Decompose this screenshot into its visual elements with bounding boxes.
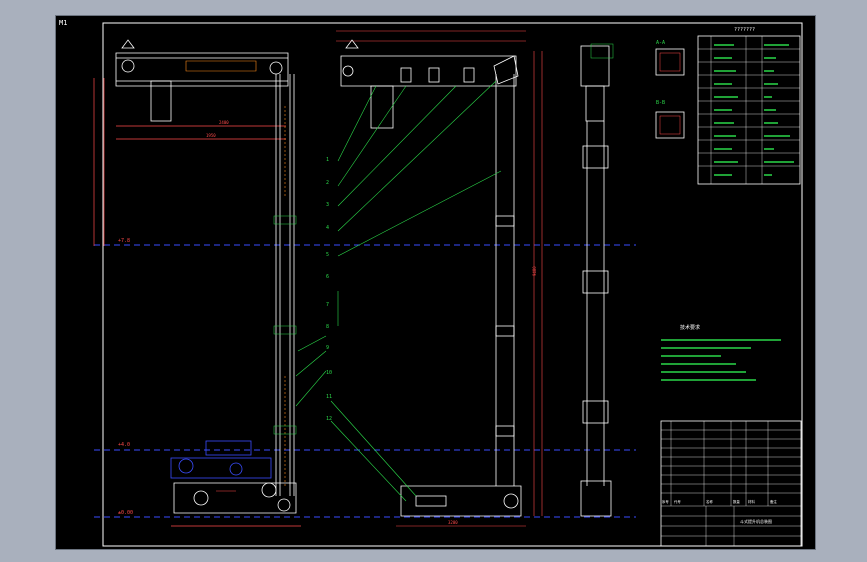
section-views: A-A B-B <box>655 40 685 139</box>
bom-header-material: 材料 <box>748 499 755 504</box>
dim-height-left: 1950 <box>206 133 216 138</box>
bom-header-no: 序号 <box>662 499 669 504</box>
section-a-label: A-A <box>656 40 665 46</box>
bom-header-remark: 备注 <box>770 499 777 504</box>
callout-3: 3 <box>326 202 329 208</box>
callout-10: 10 <box>326 370 332 376</box>
front-elevation-view: 2400 1950 <box>93 39 301 527</box>
section-b-label: B-B <box>656 100 665 106</box>
side-elevation-view: 9480 3200 1 2 3 4 5 6 7 8 9 10 11 12 <box>295 30 543 527</box>
elev-top: +7.8 <box>118 238 130 244</box>
callout-4: 4 <box>326 225 329 231</box>
callout-9: 9 <box>326 345 329 351</box>
elev-mid: +4.0 <box>118 442 130 448</box>
cad-drawing: +7.8 +4.0 ±0.00 2400 1950 9480 3200 1 2 … <box>93 22 803 547</box>
end-elevation-view <box>580 43 614 517</box>
reference-lines <box>94 244 636 518</box>
drawing-title: 斗式提升机总装图 <box>740 518 772 524</box>
callout-11: 11 <box>326 394 332 400</box>
parameter-table-caption: ??????? <box>734 27 755 33</box>
callout-1: 1 <box>326 157 329 163</box>
callout-2: 2 <box>326 180 329 186</box>
notes-title: 技术要求 <box>680 324 700 331</box>
callout-8: 8 <box>326 324 329 330</box>
bom-header-qty: 数量 <box>733 499 740 504</box>
bom-header-code: 代号 <box>674 499 681 504</box>
parameter-table: ??????? <box>697 27 801 185</box>
cad-viewport[interactable]: M1 +7.8 +4.0 ±0.00 2400 1950 9480 3200 1… <box>55 15 816 550</box>
callout-5: 5 <box>326 252 329 258</box>
callout-12: 12 <box>326 416 332 422</box>
elevation-marks: +7.8 +4.0 ±0.00 <box>118 238 133 516</box>
drawing-frame <box>102 22 803 547</box>
callout-6: 6 <box>326 274 329 280</box>
dim-vertical-total: 9480 <box>532 266 537 276</box>
callout-7: 7 <box>326 302 329 308</box>
bom-header-name: 名称 <box>706 499 713 504</box>
technical-notes: 技术要求 <box>661 324 781 381</box>
dim-width-mid: 3200 <box>448 520 458 525</box>
bom-table: 序号 代号 名称 数量 材料 备注 斗式提升机总装图 <box>660 420 802 547</box>
dim-width-left: 2400 <box>219 120 229 125</box>
elev-bottom: ±0.00 <box>118 510 133 516</box>
